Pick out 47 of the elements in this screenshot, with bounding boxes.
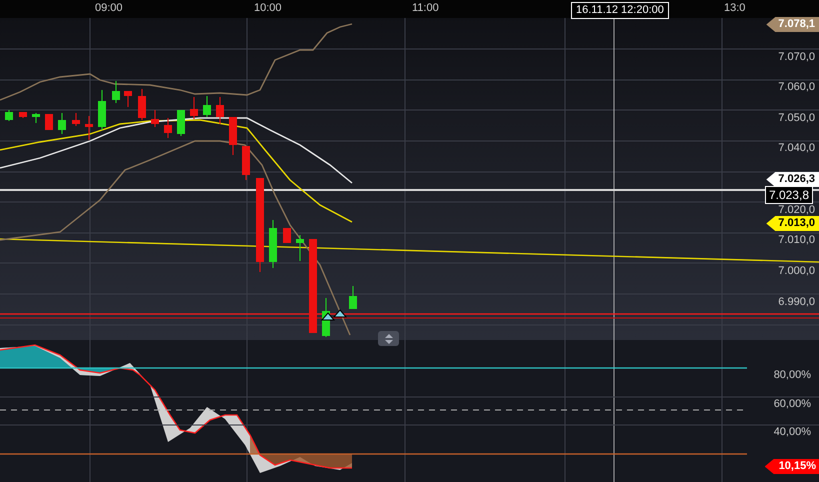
price-label: 7.010,0 [778, 235, 815, 246]
pane-resize-handle[interactable] [378, 331, 399, 346]
price-marker: 7.078,1 [766, 17, 819, 32]
indicator-marker: 10,15% [764, 459, 819, 474]
price-label: 7.000,0 [778, 266, 815, 277]
signal-marker-icon [320, 312, 336, 320]
price-label: 7.060,0 [778, 82, 815, 93]
candlestick [203, 96, 211, 118]
percent-label: 40,00% [774, 427, 811, 438]
time-label: 11:00 [412, 3, 439, 14]
price-label: 7.020,0 [778, 205, 815, 216]
candlestick [190, 96, 198, 120]
crosshair-time-label: 16.11.12 12:20:00 [571, 2, 669, 19]
time-label: 10:00 [254, 3, 282, 14]
candlestick [229, 116, 237, 156]
candlestick [58, 112, 66, 134]
candlestick [72, 112, 80, 126]
candlestick [138, 88, 146, 120]
candlestick [269, 220, 277, 268]
time-label: 09:00 [95, 3, 123, 14]
candlestick [216, 96, 224, 124]
candlestick [151, 110, 159, 128]
candlestick [45, 114, 53, 130]
candlestick [19, 112, 27, 118]
price-label: 7.050,0 [778, 113, 815, 124]
candlestick [112, 80, 120, 104]
candlestick [177, 110, 185, 136]
crosshair-price-label: 7.023,8 [764, 186, 813, 204]
percent-label: 80,00% [774, 370, 811, 381]
up-down-icon [384, 334, 392, 344]
candlestick [242, 146, 250, 180]
candlestick [85, 116, 93, 140]
candlestick [32, 112, 40, 124]
price-marker: 7.013,0 [766, 216, 819, 231]
candlestick [124, 90, 132, 108]
percent-label: 60,00% [774, 399, 811, 410]
candlestick [283, 228, 291, 244]
price-label: 6.990,0 [778, 297, 815, 308]
price-label: 7.040,0 [778, 143, 815, 154]
candlestick [5, 110, 13, 122]
price-label: 7.070,0 [778, 52, 815, 63]
candlestick [98, 90, 106, 130]
candlestick [296, 234, 304, 262]
candlestick [349, 286, 357, 310]
candlestick [164, 118, 172, 138]
signal-marker-icon [332, 309, 348, 318]
time-label: 13:0 [724, 3, 746, 14]
